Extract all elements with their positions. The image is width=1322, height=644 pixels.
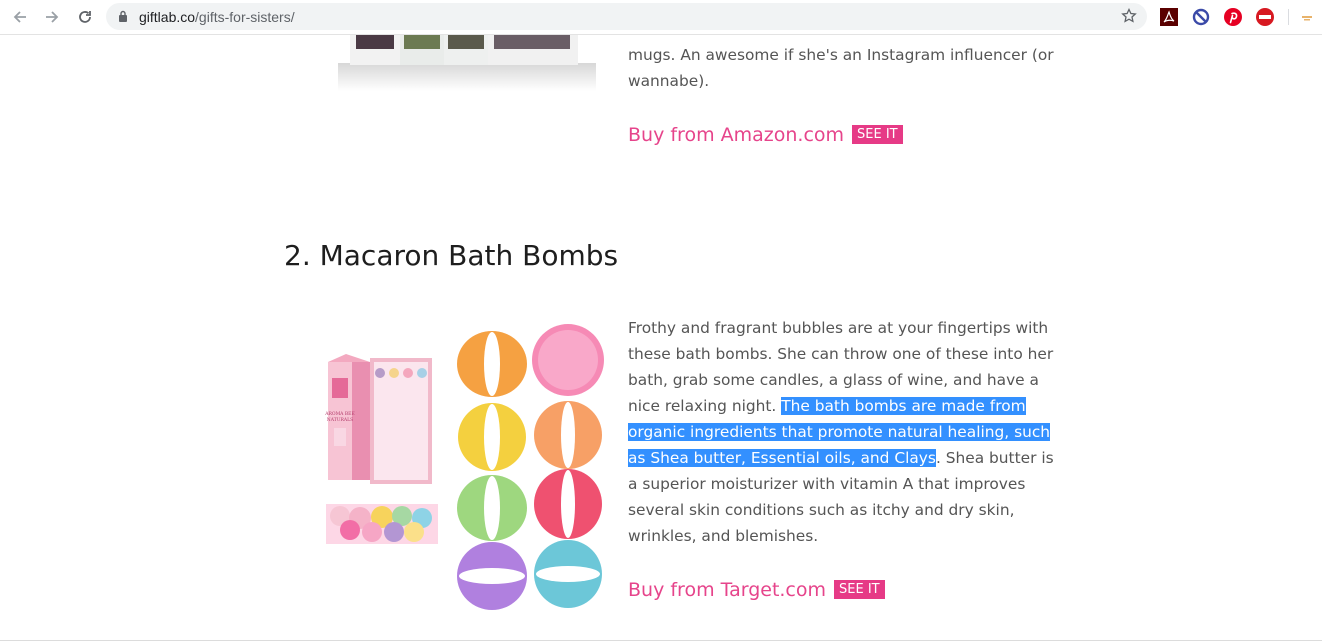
box-brand-label: AROMA BEE	[324, 411, 355, 417]
pinterest-icon[interactable]	[1224, 8, 1242, 26]
buy-target-row: Buy from Target.com SEE IT	[628, 579, 885, 601]
macaron-pink	[532, 324, 604, 396]
toolbar-separator	[1288, 9, 1289, 25]
buy-amazon-row: Buy from Amazon.com SEE IT	[628, 124, 903, 146]
macaron-yellow	[458, 403, 526, 471]
buy-amazon-link[interactable]: Buy from Amazon.com	[628, 124, 844, 146]
article-content: mugs. An awesome if she's an Instagram i…	[0, 35, 1322, 644]
url-path: /gifts-for-sisters/	[195, 9, 295, 25]
url-host: giftlab.co	[139, 9, 196, 25]
browser-toolbar: giftlab.co/gifts-for-sisters/	[0, 0, 1322, 35]
description-line: mugs. An awesome if she's an Instagram i…	[628, 46, 1054, 64]
macaron-purple	[457, 542, 527, 610]
small-bath-bombs	[326, 504, 438, 544]
forward-arrow-icon	[46, 11, 59, 23]
macaron-green	[457, 475, 527, 541]
macaron-orange	[457, 331, 527, 397]
product-heading: 2. Macaron Bath Bombs	[284, 239, 619, 272]
macaron-blue	[534, 540, 602, 608]
address-bar[interactable]: giftlab.co/gifts-for-sisters/	[106, 3, 1147, 30]
macaron-peach	[534, 401, 602, 469]
see-it-button[interactable]: SEE IT	[834, 580, 885, 599]
page-divider	[0, 640, 1322, 641]
reload-icon	[79, 11, 91, 23]
back-button[interactable]	[9, 6, 31, 28]
forward-button[interactable]	[41, 6, 63, 28]
back-arrow-icon	[13, 11, 26, 23]
buy-target-link[interactable]: Buy from Target.com	[628, 579, 826, 601]
block-extension-icon[interactable]	[1192, 8, 1210, 26]
product-description: Frothy and fragrant bubbles are at your …	[628, 315, 1058, 549]
pdf-extension-icon[interactable]	[1160, 8, 1178, 26]
lock-icon	[119, 10, 127, 22]
bookmark-star-icon[interactable]	[1121, 8, 1137, 24]
url-text: giftlab.co/gifts-for-sisters/	[139, 9, 295, 25]
product-image[interactable]: AROMA BEE NATURALS	[310, 318, 608, 616]
svg-text:NATURALS: NATURALS	[327, 417, 353, 423]
see-it-button[interactable]: SEE IT	[852, 125, 903, 144]
description-line: wannabe).	[628, 72, 710, 90]
previous-item-description: mugs. An awesome if she's an Instagram i…	[628, 42, 1058, 94]
macaron-red	[534, 469, 602, 539]
previous-product-image	[330, 35, 605, 93]
yab-extension-icon[interactable]	[1256, 8, 1274, 26]
reload-button[interactable]	[74, 6, 96, 28]
giftlab-extension-icon[interactable]	[1298, 8, 1316, 26]
gift-box: AROMA BEE NATURALS	[324, 354, 432, 484]
